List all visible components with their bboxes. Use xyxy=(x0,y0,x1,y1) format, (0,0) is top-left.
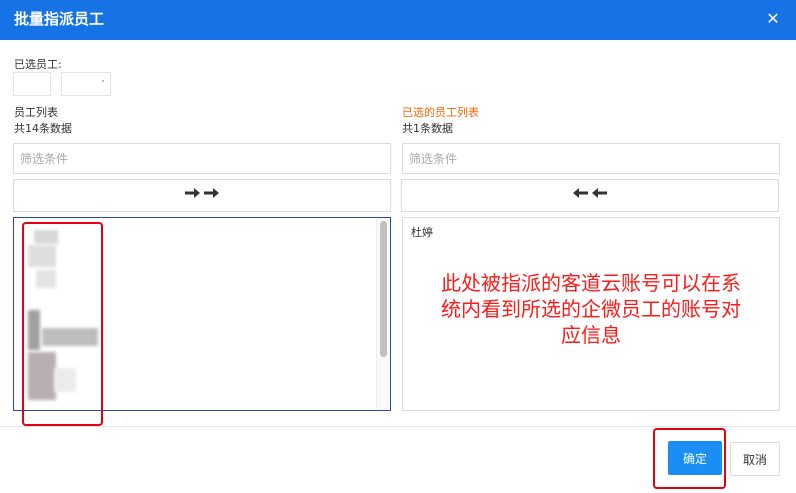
move-to-available-button[interactable] xyxy=(401,179,779,212)
selected-list-count: 共1条数据 xyxy=(402,122,453,135)
arrow-left-double-icon xyxy=(572,186,608,205)
move-to-selected-button[interactable] xyxy=(13,179,391,212)
employee-filter-input[interactable] xyxy=(13,143,391,174)
arrow-right-double-icon xyxy=(184,186,220,205)
chip-dot xyxy=(102,80,104,82)
selected-list-title: 已选的员工列表 xyxy=(402,106,479,119)
employee-list-count: 共14条数据 xyxy=(14,122,72,135)
employee-list-title: 员工列表 xyxy=(14,106,58,119)
dialog-header: 批量指派员工 ✕ xyxy=(0,0,796,40)
selected-employee-chip[interactable] xyxy=(13,72,51,96)
close-icon[interactable]: ✕ xyxy=(764,10,782,28)
scrollbar[interactable] xyxy=(376,218,390,410)
highlight-box xyxy=(653,428,726,489)
highlight-box xyxy=(22,222,103,426)
dialog-title: 批量指派员工 xyxy=(14,10,105,28)
annotation-text: 此处被指派的客道云账号可以在系统内看到所选的企微员工的账号对应信息 xyxy=(441,271,741,347)
cancel-button[interactable]: 取消 xyxy=(730,442,780,476)
scrollbar-thumb[interactable] xyxy=(380,221,387,357)
footer-divider xyxy=(0,426,796,427)
selected-employee-chip[interactable] xyxy=(61,72,111,96)
selected-employees-label: 已选员工: xyxy=(14,58,62,71)
list-item[interactable]: 杜婷 xyxy=(411,226,433,240)
selected-filter-input[interactable] xyxy=(402,143,780,174)
